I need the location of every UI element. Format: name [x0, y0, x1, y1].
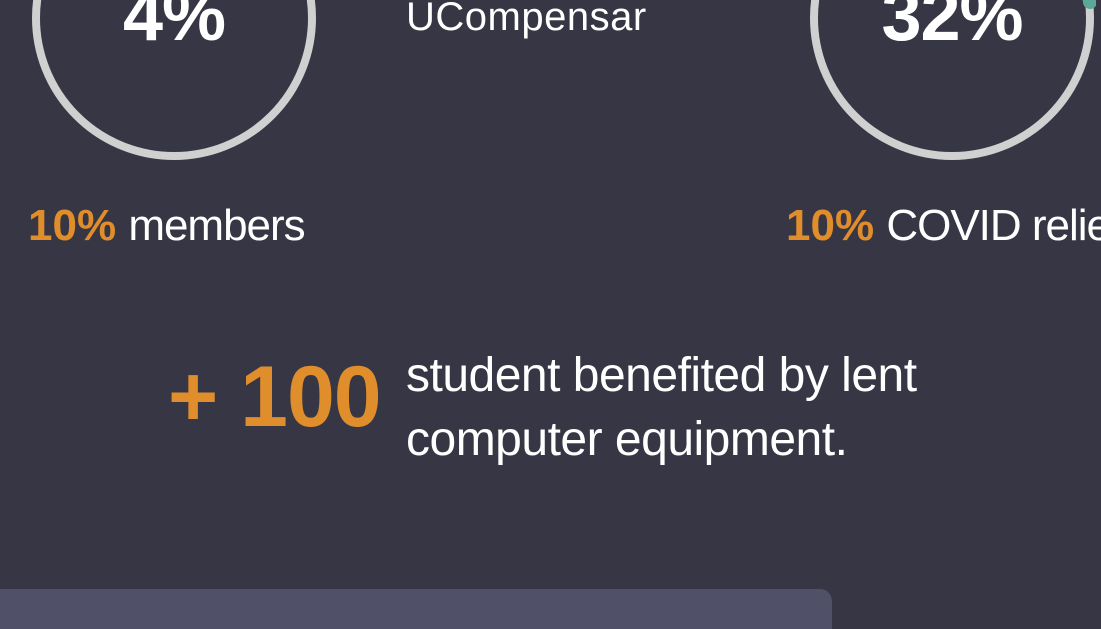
stat-text-left: members: [128, 201, 305, 250]
ring-value-right: 32%: [881, 0, 1023, 56]
stat-text-right: COVID relie: [886, 201, 1101, 250]
stat-percent-left: 10%: [28, 201, 117, 250]
stat-caption-right: 10% COVID relie: [786, 201, 1101, 251]
institution-title: UCompensar: [406, 0, 647, 39]
stat-caption-left: 10% members: [28, 201, 306, 251]
stat-percent-right: 10%: [786, 201, 875, 250]
ring-value-left: 4%: [122, 0, 226, 56]
bottom-panel: [0, 589, 832, 629]
highlight-text: student benefited by lent computer equip…: [406, 349, 917, 466]
highlight-number: + 100: [168, 349, 382, 445]
